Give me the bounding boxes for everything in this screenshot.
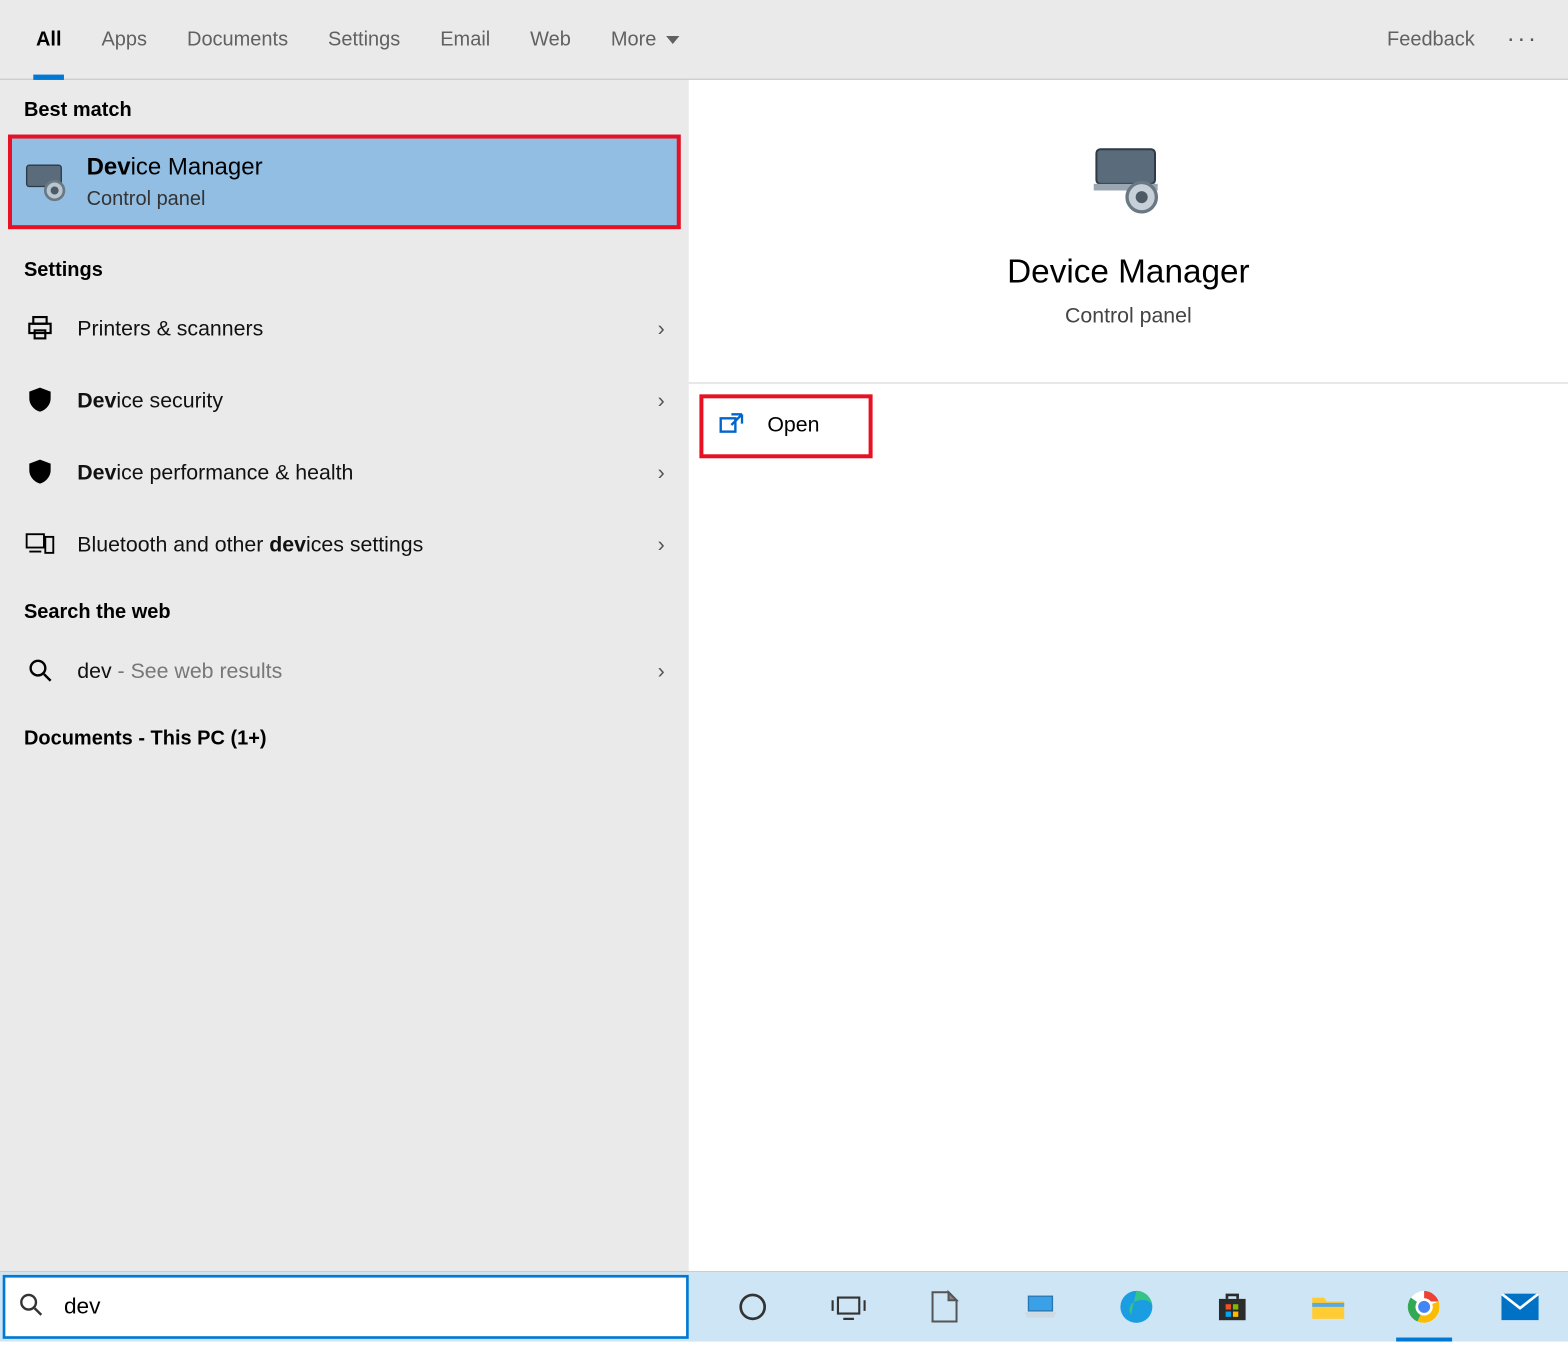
taskbar-search[interactable] xyxy=(3,1275,689,1339)
detail-title: Device Manager xyxy=(689,253,1568,292)
taskbar-taskview-icon[interactable] xyxy=(801,1272,897,1341)
result-web-search[interactable]: dev - See web results › xyxy=(0,637,689,709)
chevron-right-icon: › xyxy=(658,661,665,685)
result-label: Printers & scanners xyxy=(77,318,657,342)
result-label: Device performance & health xyxy=(77,462,657,486)
tab-more[interactable]: More xyxy=(591,0,699,79)
taskbar-explorer-icon[interactable] xyxy=(1280,1272,1376,1341)
chevron-right-icon: › xyxy=(658,318,665,342)
shield-icon xyxy=(24,458,56,491)
device-manager-icon xyxy=(20,162,73,202)
search-icon xyxy=(19,1292,43,1323)
section-settings: Settings xyxy=(0,240,689,295)
taskbar-edge-icon[interactable] xyxy=(1088,1272,1184,1341)
devices-icon xyxy=(24,531,56,562)
tab-documents[interactable]: Documents xyxy=(167,0,308,79)
taskbar-cortana-icon[interactable] xyxy=(705,1272,801,1341)
section-best-match: Best match xyxy=(0,80,689,135)
taskbar-store-icon[interactable] xyxy=(1184,1272,1280,1341)
result-device-performance[interactable]: Device performance & health › xyxy=(0,438,689,510)
tab-web[interactable]: Web xyxy=(510,0,591,79)
taskbar-mail-icon[interactable] xyxy=(1472,1272,1568,1341)
printer-icon xyxy=(24,314,56,347)
taskbar-libreoffice-icon[interactable] xyxy=(897,1272,993,1341)
filter-tabs: All Apps Documents Settings Email Web Mo… xyxy=(0,0,1568,80)
detail-subtitle: Control panel xyxy=(689,305,1568,329)
taskbar-chrome-icon[interactable] xyxy=(1376,1272,1472,1341)
tab-apps[interactable]: Apps xyxy=(81,0,167,79)
tab-settings[interactable]: Settings xyxy=(308,0,420,79)
best-match-subtitle: Control panel xyxy=(87,188,263,211)
feedback-link[interactable]: Feedback xyxy=(1368,28,1493,51)
result-label: Device security xyxy=(77,390,657,414)
open-action[interactable]: Open xyxy=(699,394,872,458)
section-documents: Documents - This PC (1+) xyxy=(0,709,689,764)
best-match-result[interactable]: Device Manager Control panel xyxy=(8,135,681,230)
shield-icon xyxy=(24,386,56,419)
tab-all[interactable]: All xyxy=(16,0,82,79)
result-label: Bluetooth and other devices settings xyxy=(77,534,657,558)
chevron-right-icon: › xyxy=(658,534,665,558)
chevron-right-icon: › xyxy=(658,462,665,486)
detail-icon xyxy=(689,144,1568,216)
chevron-right-icon: › xyxy=(658,390,665,414)
results-panel: Best match Device Manager Control panel xyxy=(0,80,689,1271)
result-printers-scanners[interactable]: Printers & scanners › xyxy=(0,294,689,366)
best-match-title: Device Manager xyxy=(87,153,263,181)
result-bluetooth-devices[interactable]: Bluetooth and other devices settings › xyxy=(0,510,689,582)
section-search-web: Search the web xyxy=(0,582,689,637)
taskbar-laptop-icon[interactable] xyxy=(992,1272,1088,1341)
open-label: Open xyxy=(767,414,819,438)
more-options-icon[interactable]: ··· xyxy=(1493,25,1552,53)
result-label: dev - See web results xyxy=(77,661,657,685)
taskbar xyxy=(0,1272,1568,1341)
search-input[interactable] xyxy=(64,1294,686,1321)
open-icon xyxy=(719,412,743,440)
result-device-security[interactable]: Device security › xyxy=(0,366,689,438)
search-icon xyxy=(24,657,56,688)
tab-email[interactable]: Email xyxy=(420,0,510,79)
detail-panel: Device Manager Control panel Open xyxy=(689,80,1568,1271)
